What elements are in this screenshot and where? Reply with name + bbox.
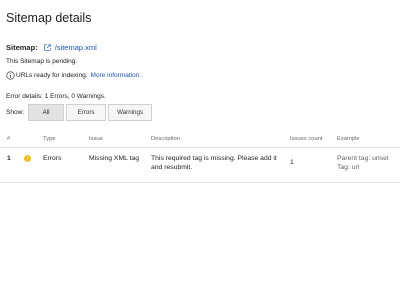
urls-status-text: URLs ready for indexing. (16, 72, 88, 79)
row-description: This required tag is missing. Please add… (151, 155, 277, 171)
info-icon (6, 71, 15, 80)
sitemap-link[interactable]: /sitemap.xml (55, 43, 97, 52)
page-title: Sitemap details (6, 11, 92, 25)
error-details-summary: Error details: 1 Errors, 0 Warnings. (6, 93, 106, 100)
filter-errors-button[interactable]: Errors (66, 104, 107, 121)
sitemap-row: Sitemap: /sitemap.xml (6, 43, 97, 52)
header-number[interactable]: # (7, 136, 10, 142)
table-row[interactable]: 1 Errors Missing XML tag This required t… (0, 149, 400, 183)
more-information-link[interactable]: More information. (91, 72, 142, 79)
filter-label: Show: (6, 109, 25, 116)
example-parent-tag: Parent tag: urlset (337, 155, 389, 162)
example-tag: Tag: url (337, 164, 360, 171)
warning-icon (24, 155, 31, 162)
filter-bar: Show: All Errors Warnings (6, 104, 154, 121)
sitemap-details-page: Sitemap details Sitemap: /sitemap.xml Th… (0, 0, 400, 300)
header-issue[interactable]: Issue (89, 136, 103, 142)
sitemap-label: Sitemap: (6, 43, 38, 52)
external-link-icon[interactable] (44, 44, 51, 51)
filter-warnings-button[interactable]: Warnings (108, 104, 153, 121)
header-example[interactable]: Example (337, 136, 360, 142)
row-number: 1 (7, 155, 11, 162)
pending-status: This Sitemap is pending. (6, 58, 78, 65)
header-type[interactable]: Type (43, 136, 56, 142)
urls-status-row: URLs ready for indexing. More informatio… (6, 71, 141, 80)
header-description[interactable]: Description (151, 136, 180, 142)
table-header: # Type Issue Description Issues count Ex… (0, 131, 400, 148)
filter-all-button[interactable]: All (28, 104, 65, 121)
row-type: Errors (43, 155, 62, 162)
header-issues-count[interactable]: Issues count (290, 136, 323, 142)
row-issues-count: 1 (290, 159, 294, 166)
row-example: Parent tag: urlset Tag: url (337, 154, 389, 172)
row-issue: Missing XML tag (89, 155, 139, 162)
